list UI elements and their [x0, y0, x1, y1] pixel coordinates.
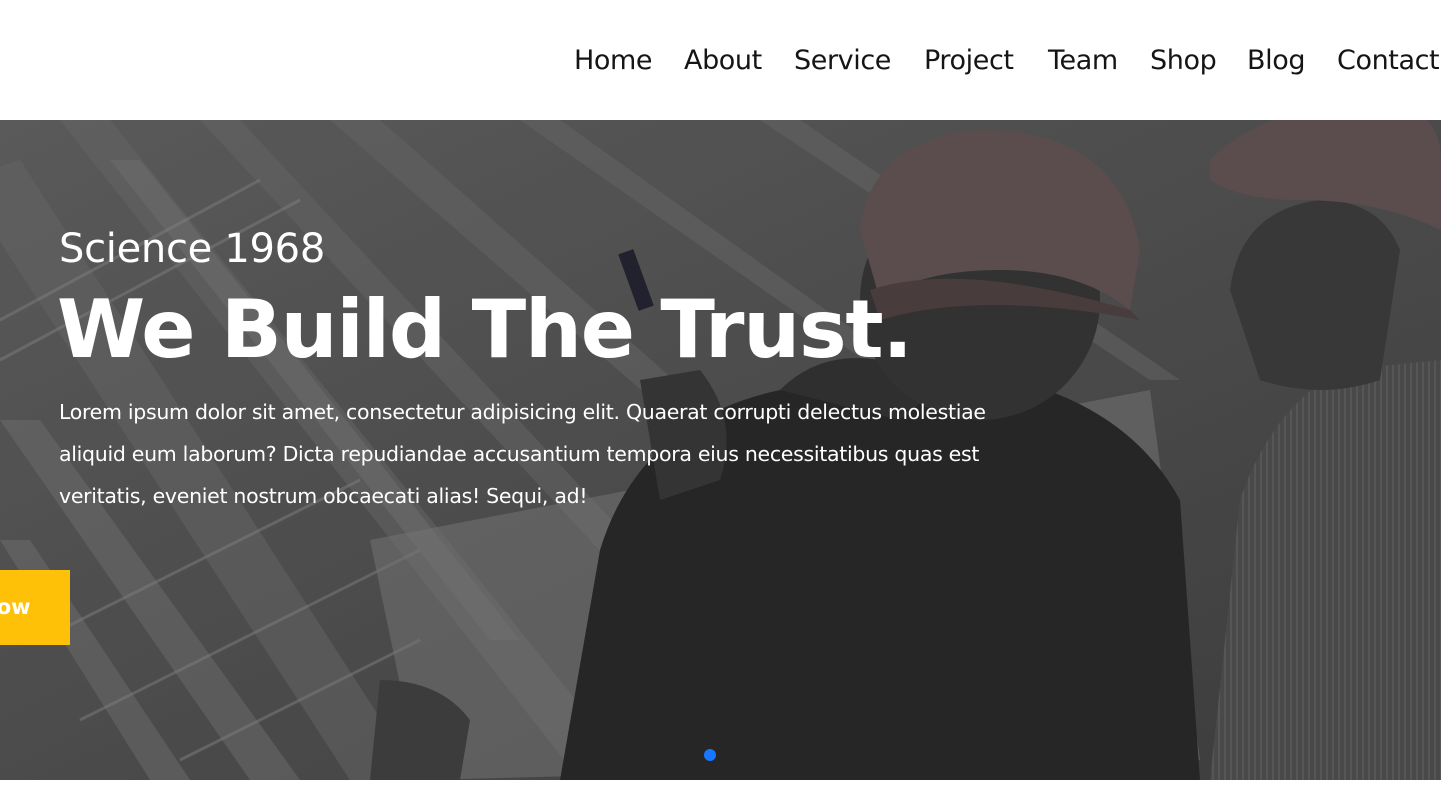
nav-link-project[interactable]: Project [924, 43, 1014, 79]
hero-description: Lorem ipsum dolor sit amet, consectetur … [59, 400, 986, 508]
nav-link-shop[interactable]: Shop [1150, 43, 1217, 79]
hero-title: We Build The Trust. [57, 283, 913, 376]
nav-link-home[interactable]: Home [574, 43, 653, 79]
slider-dot-active[interactable] [704, 749, 716, 761]
hero-subtitle: Science 1968 [59, 226, 325, 272]
nav-link-contact[interactable]: Contact [1337, 43, 1440, 79]
nav-link-service[interactable]: Service [794, 43, 891, 79]
nav-link-blog[interactable]: Blog [1247, 43, 1305, 79]
nav-link-team[interactable]: Team [1048, 43, 1118, 79]
know-more-button[interactable]: Know [0, 570, 70, 645]
hero-slider: Science 1968 We Build The Trust. Lorem i… [0, 120, 1441, 780]
nav-link-about[interactable]: About [684, 43, 762, 79]
site-header: Home About Service Project Team Shop Blo… [0, 0, 1441, 120]
